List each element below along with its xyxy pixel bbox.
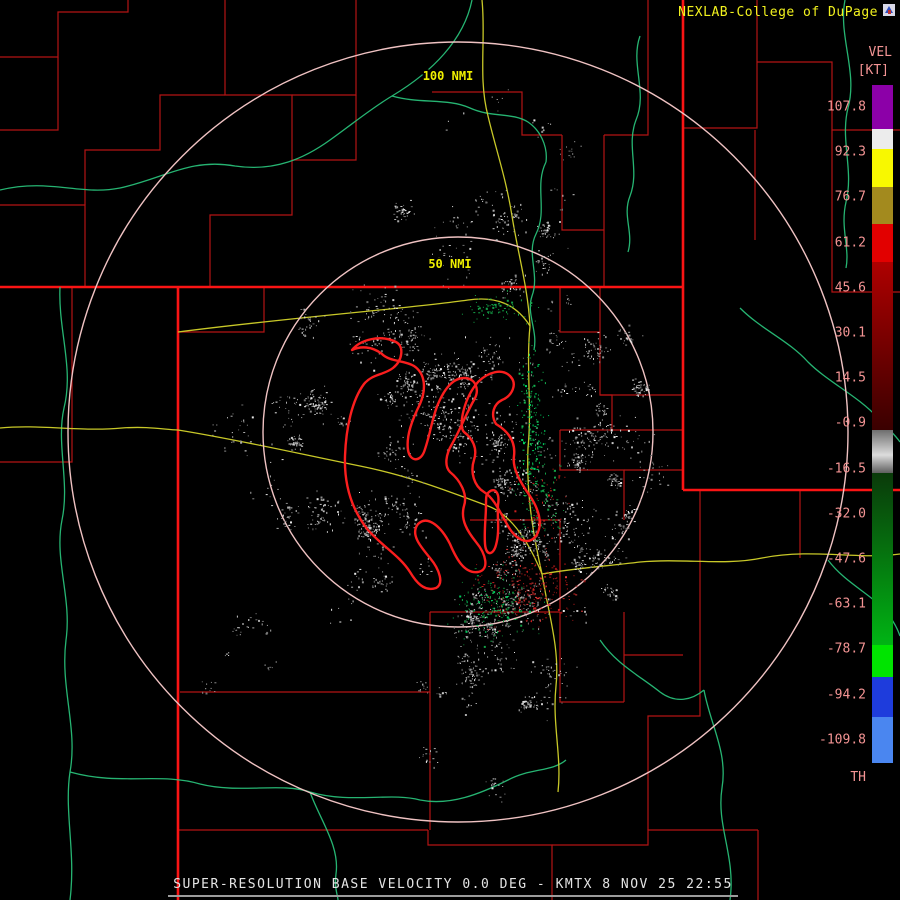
county-line [552,829,758,846]
status-underline [168,895,738,897]
county-line [0,57,59,131]
county-line [0,204,86,287]
colorbar-units: [KT] [857,63,889,78]
colorbar-segment [872,645,893,677]
county-line [559,287,600,333]
colorbar-segment [872,149,893,187]
radar-map: 100 NMI 50 NMI [0,0,900,900]
county-line [224,0,293,160]
brand-text: NEXLAB-College of DuPage [678,5,878,20]
colorbar-title: VEL [868,45,892,60]
nexlab-logo-icon [882,3,896,17]
colorbar-segment [872,717,893,763]
colorbar-segment [872,430,893,455]
colorbar-threshold-label: TH [850,770,866,785]
velocity-colorbar [872,85,893,763]
product-status-text: SUPER-RESOLUTION BASE VELOCITY 0.0 DEG -… [173,877,733,892]
river-line [599,639,705,700]
colorbar-segment [872,224,893,262]
highway-line [481,0,531,327]
colorbar-segment [872,677,893,717]
colorbar-segment [872,187,893,224]
county-line [604,0,649,136]
river-line [626,35,641,253]
river-line [529,161,547,351]
river-line [842,0,852,269]
highway-line [0,426,179,431]
radar-echoes [201,89,670,803]
county-line [647,560,701,830]
county-line [292,0,357,96]
river-line [59,286,73,900]
county-line [0,0,129,58]
range-ring-label-50nmi: 50 NMI [428,257,471,271]
colorbar-segment [872,473,893,645]
colorbar-segment [872,85,893,129]
colorbar-segment [872,262,893,430]
county-line [178,287,265,333]
county-line [599,287,613,430]
river-line [703,689,732,900]
river-line [391,95,547,163]
range-ring-label-100nmi: 100 NMI [423,69,474,83]
county-line [84,94,225,205]
colorbar-segment [872,455,893,473]
radar-display: 100 NMI 50 NMI NEXLAB-College of DuPage … [0,0,900,900]
county-line [209,160,293,287]
county-line [180,612,431,693]
county-line [561,135,604,231]
highway-line [177,298,531,333]
colorbar-segment [872,129,893,149]
